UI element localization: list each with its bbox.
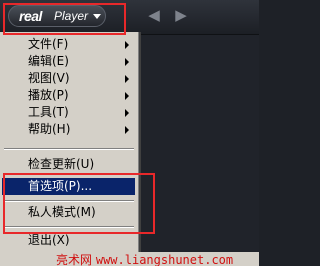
menu-item-check-updates[interactable]: 检查更新(U) (2, 156, 135, 173)
menu-item-label: 文件(F) (28, 37, 69, 51)
chevron-down-icon (93, 14, 101, 19)
menu-item-view[interactable]: 视图(V) (2, 70, 135, 87)
menu-item-help[interactable]: 帮助(H) (2, 121, 135, 138)
submenu-arrow-icon (125, 58, 129, 66)
menu-item-label: 私人模式(M) (28, 205, 96, 219)
menu-item-label: 编辑(E) (28, 54, 69, 68)
realplayer-window: real Player ◀ ▶ 文件(F) 编辑(E) 视图(V) 播放(P) … (0, 0, 259, 266)
menu-item-edit[interactable]: 编辑(E) (2, 53, 135, 70)
arrow-left-icon[interactable]: ◀ (146, 7, 162, 23)
menu-separator (4, 226, 134, 228)
menu-item-label: 帮助(H) (28, 122, 71, 136)
logo-product-text: Player (54, 9, 89, 23)
menu-item-label: 首选项(P)... (28, 179, 93, 193)
submenu-arrow-icon (125, 75, 129, 83)
submenu-arrow-icon (125, 92, 129, 100)
menu-item-label: 工具(T) (28, 105, 69, 119)
menu-item-label: 播放(P) (28, 88, 69, 102)
menu-item-label: 检查更新(U) (28, 157, 95, 171)
menu-separator (4, 148, 134, 150)
watermark-site-name: 亮术网 (56, 253, 93, 266)
submenu-arrow-icon (125, 41, 129, 49)
submenu-arrow-icon (125, 126, 129, 134)
menu-item-preferences[interactable]: 首选项(P)... (2, 178, 135, 195)
menu-item-tools[interactable]: 工具(T) (2, 104, 135, 121)
menu-separator (4, 200, 134, 202)
watermark: 亮术网 www.liangshunet.com (56, 251, 233, 266)
menu-item-exit[interactable]: 退出(X) (2, 232, 135, 249)
arrow-right-icon[interactable]: ▶ (173, 7, 189, 23)
title-bar: real Player ◀ ▶ (0, 0, 259, 35)
realplayer-dropdown-menu: 文件(F) 编辑(E) 视图(V) 播放(P) 工具(T) 帮助(H) 检查更新… (0, 32, 139, 266)
menu-item-private-mode[interactable]: 私人模式(M) (2, 204, 135, 221)
logo-brand-text: real (19, 8, 42, 24)
menu-item-file[interactable]: 文件(F) (2, 36, 135, 53)
menu-item-play[interactable]: 播放(P) (2, 87, 135, 104)
menu-item-label: 视图(V) (28, 71, 70, 85)
submenu-arrow-icon (125, 109, 129, 117)
menu-item-label: 退出(X) (28, 233, 70, 247)
watermark-url: www.liangshunet.com (95, 253, 234, 266)
realplayer-menu-button[interactable]: real Player (8, 5, 106, 27)
